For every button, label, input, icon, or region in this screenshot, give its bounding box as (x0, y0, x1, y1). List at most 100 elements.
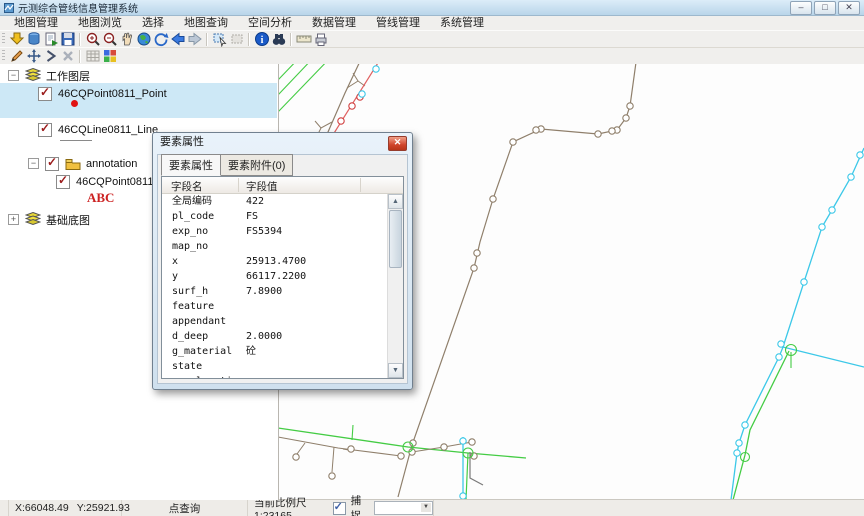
column-field-name[interactable]: 字段名 (171, 179, 203, 194)
layer-checkbox[interactable]: ✓ (56, 175, 70, 189)
delete-feature-icon[interactable] (59, 49, 76, 64)
tab-feature-attachments[interactable]: 要素附件(0) (220, 154, 293, 176)
pipeline-node (595, 131, 601, 137)
move-feature-icon[interactable] (25, 49, 42, 64)
symbology-icon[interactable] (101, 49, 118, 64)
dialog-close-button[interactable]: ✕ (388, 136, 407, 151)
column-divider[interactable] (238, 178, 239, 192)
dialog-scrollbar[interactable]: ▲ ▼ (387, 194, 403, 378)
scroll-up-icon[interactable]: ▲ (388, 194, 403, 209)
minimize-button[interactable]: – (790, 1, 812, 15)
menu-item-7[interactable]: 系统管理 (430, 16, 494, 30)
layer-label[interactable]: annotation (86, 158, 137, 170)
save-icon[interactable] (59, 32, 76, 47)
pipeline-node (829, 207, 835, 213)
tree-node-basemap[interactable]: + 基础底图 (8, 212, 90, 227)
tree-node-line-layer[interactable]: ✓ 46CQLine0811_Line (38, 122, 158, 137)
collapse-icon[interactable]: − (8, 70, 19, 81)
expand-icon[interactable]: + (8, 214, 19, 225)
menu-item-3[interactable]: 地图查询 (174, 16, 238, 30)
attribute-row[interactable]: ecc_location (162, 374, 387, 378)
edit-toolbar (0, 47, 140, 65)
field-value: FS (246, 209, 258, 224)
snap-layer-combobox[interactable]: ▼ (374, 501, 433, 515)
field-value: 422 (246, 194, 264, 209)
edit-sketch-icon[interactable] (8, 49, 25, 64)
column-field-value[interactable]: 字段值 (246, 179, 278, 194)
field-value: FS5394 (246, 224, 282, 239)
database-icon[interactable] (25, 32, 42, 47)
attribute-row[interactable]: x25913.4700 (162, 254, 387, 269)
pipeline-node (490, 196, 496, 202)
maximize-button[interactable]: □ (814, 1, 836, 15)
layer-label[interactable]: 46CQLine0811_Line (58, 124, 158, 136)
identify-icon[interactable]: i (253, 32, 270, 47)
clear-selection-icon[interactable] (228, 32, 245, 47)
export-page-icon[interactable] (42, 32, 59, 47)
layer-group-label[interactable]: 工作图层 (46, 68, 90, 84)
pipeline-node (848, 174, 854, 180)
column-divider[interactable] (360, 178, 361, 192)
layer-checkbox[interactable]: ✓ (45, 157, 59, 171)
zoom-in-icon[interactable] (84, 32, 101, 47)
tool-mode-panel: 点查询 (122, 500, 248, 516)
attribute-row[interactable]: exp_noFS5394 (162, 224, 387, 239)
status-bar: X:66048.49 Y:25921.93 点查询 当前比例尺 1:23165 … (0, 499, 864, 516)
attribute-row[interactable]: surf_h7.8900 (162, 284, 387, 299)
attribute-row[interactable]: d_deep2.0000 (162, 329, 387, 344)
find-icon[interactable] (270, 32, 287, 47)
pan-icon[interactable] (118, 32, 135, 47)
pipeline-node (736, 440, 742, 446)
menu-item-6[interactable]: 管线管理 (366, 16, 430, 30)
layer-checkbox[interactable]: ✓ (38, 87, 52, 101)
toolbar-grip[interactable] (2, 50, 5, 62)
full-extent-icon[interactable] (135, 32, 152, 47)
forward-icon[interactable] (186, 32, 203, 47)
menu-item-4[interactable]: 空间分析 (238, 16, 302, 30)
attribute-row[interactable]: g_material砼 (162, 344, 387, 359)
snap-label[interactable]: 捕捉 (351, 493, 368, 516)
menu-item-5[interactable]: 数据管理 (302, 16, 366, 30)
coordinates-panel: X:66048.49 Y:25921.93 (9, 500, 122, 516)
scroll-down-icon[interactable]: ▼ (388, 363, 403, 378)
attribute-row[interactable]: map_no (162, 239, 387, 254)
close-button[interactable]: ✕ (838, 1, 860, 15)
pipeline-node (441, 444, 447, 450)
import-data-icon[interactable] (8, 32, 25, 47)
menu-item-0[interactable]: 地图管理 (4, 16, 68, 30)
select-features-icon[interactable] (211, 32, 228, 47)
print-icon[interactable] (312, 32, 329, 47)
tab-feature-attributes[interactable]: 要素属性 (161, 154, 221, 176)
attribute-row[interactable]: feature (162, 299, 387, 314)
layer-label[interactable]: 46CQPoint0811_Point (58, 88, 167, 100)
collapse-icon[interactable]: − (28, 158, 39, 169)
tree-node-annotation[interactable]: − ✓ annotation (28, 156, 137, 171)
menu-item-1[interactable]: 地图浏览 (68, 16, 132, 30)
zoom-out-icon[interactable] (101, 32, 118, 47)
layers-group-icon (25, 68, 41, 83)
measure-icon[interactable] (295, 32, 312, 47)
pipeline-node (338, 118, 344, 124)
layer-checkbox[interactable]: ✓ (38, 123, 52, 137)
tree-node-work-layers[interactable]: − 工作图层 (8, 68, 90, 83)
attribute-row[interactable]: 全局编码422 (162, 194, 387, 209)
scrollbar-thumb[interactable] (389, 210, 402, 268)
chevron-down-icon[interactable]: ▼ (421, 503, 431, 512)
application-window: 元测综合管线信息管理系统 – □ ✕ 地图管理地图浏览选择地图查询空间分析数据管… (0, 0, 864, 516)
menu-item-2[interactable]: 选择 (132, 16, 174, 30)
list-header: 字段名 字段值 (162, 177, 403, 194)
attribute-row[interactable]: state (162, 359, 387, 374)
tree-node-point-layer[interactable]: ✓ 46CQPoint0811_Point (38, 86, 167, 101)
attribute-row[interactable]: appendant (162, 314, 387, 329)
layer-group-label[interactable]: 基础底图 (46, 212, 90, 228)
refresh-icon[interactable] (152, 32, 169, 47)
toolbar-grip[interactable] (2, 33, 5, 45)
back-icon[interactable] (169, 32, 186, 47)
pipeline-node (293, 454, 299, 460)
snap-checkbox[interactable]: ✓ (333, 502, 346, 515)
attribute-row[interactable]: y66117.2200 (162, 269, 387, 284)
attribute-row[interactable]: pl_codeFS (162, 209, 387, 224)
field-value: 砼 (246, 344, 256, 359)
attribute-table-icon[interactable] (84, 49, 101, 64)
vertex-edit-icon[interactable] (42, 49, 59, 64)
